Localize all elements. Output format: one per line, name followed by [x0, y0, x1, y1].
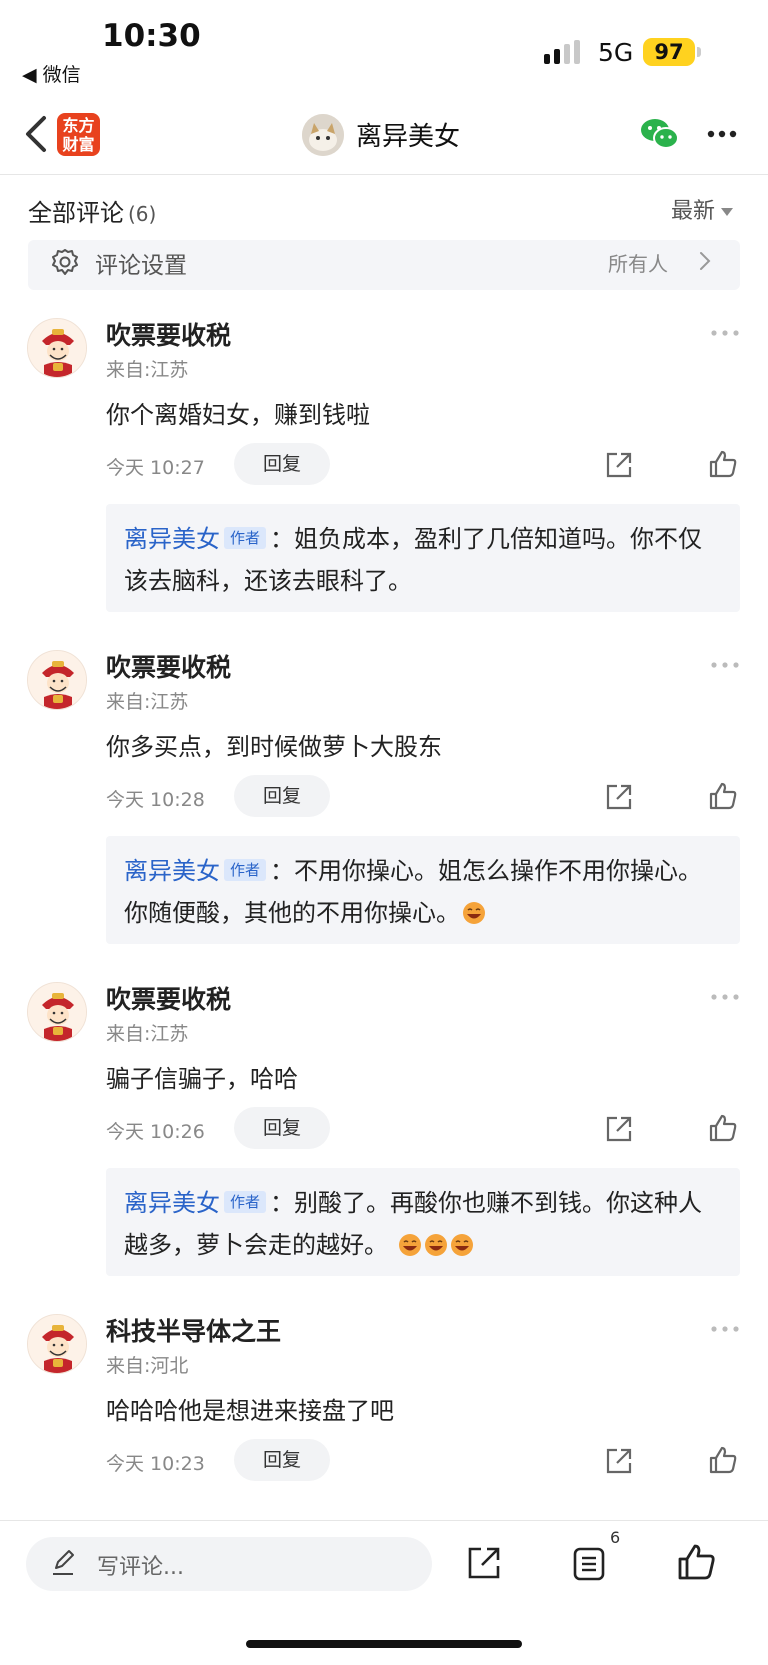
nav-divider — [0, 174, 768, 175]
comment-time: 今天 10:23 — [106, 1453, 205, 1475]
comment-time: 今天 10:27 — [106, 457, 205, 479]
reply-author-name[interactable]: 离异美女 — [124, 1189, 220, 1217]
wechat-icon[interactable] — [640, 117, 680, 151]
chevron-right-icon — [700, 252, 711, 270]
all-comments-heading: 全部评论 (6) — [28, 193, 156, 228]
like-icon[interactable] — [708, 449, 738, 479]
reply-button[interactable]: 回复 — [234, 443, 330, 485]
reply-button[interactable]: 回复 — [234, 775, 330, 817]
comment-more-icon[interactable] — [711, 1326, 739, 1332]
comment-time: 今天 10:28 — [106, 789, 205, 811]
share-icon[interactable] — [604, 782, 634, 812]
commenter-name[interactable]: 科技半导体之王 — [106, 1312, 281, 1348]
sort-label: 最新 — [671, 199, 716, 224]
comment-count-badge: 6 — [610, 1528, 621, 1547]
comment-time: 今天 10:26 — [106, 1121, 205, 1143]
reply-button[interactable]: 回复 — [234, 1107, 330, 1149]
author-tag: 作者 — [224, 1191, 267, 1213]
author-tag: 作者 — [224, 527, 267, 549]
comment-text: 你个离婚妇女，赚到钱啦 — [106, 401, 370, 429]
author-reply: 离异美女 作者 ：不用你操心。姐怎么操作不用你操心。你随便酸，其他的不用你操心。 — [106, 836, 740, 944]
comment-text: 骗子信骗子，哈哈 — [106, 1065, 298, 1093]
commenter-avatar[interactable] — [27, 1314, 87, 1374]
commenter-avatar[interactable] — [27, 318, 87, 378]
reply-author-name[interactable]: 离异美女 — [124, 525, 220, 553]
more-icon[interactable] — [707, 130, 737, 138]
commenter-name[interactable]: 吹票要收税 — [106, 316, 231, 352]
status-time: 10:30 — [102, 18, 201, 54]
bottom-divider — [0, 1520, 768, 1521]
commenter-location: 来自:河北 — [106, 1355, 189, 1377]
share-icon[interactable] — [604, 1446, 634, 1476]
grin-emoji-icon — [450, 1234, 473, 1256]
commenter-avatar[interactable] — [27, 650, 87, 710]
comment-more-icon[interactable] — [711, 662, 739, 668]
comments-icon[interactable] — [572, 1546, 606, 1582]
like-icon[interactable] — [708, 1113, 738, 1143]
share-icon[interactable] — [466, 1545, 502, 1581]
comments-count: (6) — [128, 202, 157, 226]
commenter-name[interactable]: 吹票要收税 — [106, 648, 231, 684]
share-icon[interactable] — [604, 450, 634, 480]
sort-dropdown[interactable]: 最新 — [671, 193, 734, 225]
app-logo-line2: 财富 — [62, 135, 95, 154]
grin-emoji-icon — [398, 1234, 421, 1256]
like-icon[interactable] — [708, 781, 738, 811]
battery-level: 97 — [643, 38, 695, 66]
grin-emoji-icon — [424, 1234, 447, 1256]
like-icon[interactable] — [708, 1445, 738, 1475]
comment-text: 哈哈哈他是想进来接盘了吧 — [106, 1397, 394, 1425]
caret-down-icon — [721, 208, 734, 216]
comment-text: 你多买点，到时候做萝卜大股东 — [106, 733, 442, 761]
back-to-app-link[interactable]: ◀ 微信 — [22, 60, 81, 87]
commenter-avatar[interactable] — [27, 982, 87, 1042]
all-comments-label: 全部评论 — [28, 199, 124, 227]
comment-more-icon[interactable] — [711, 994, 739, 1000]
battery-tip — [697, 47, 701, 57]
grin-emoji-icon — [463, 902, 485, 924]
home-indicator — [246, 1640, 522, 1648]
page-title: 离异美女 — [356, 122, 461, 152]
commenter-location: 来自:江苏 — [106, 691, 189, 713]
comment-settings-value: 所有人 — [608, 252, 668, 276]
gear-icon — [52, 249, 78, 275]
author-avatar[interactable] — [302, 114, 344, 156]
comment-input-placeholder: 写评论... — [97, 1555, 184, 1580]
comment-input[interactable] — [26, 1537, 432, 1591]
author-tag: 作者 — [224, 859, 267, 881]
author-reply: 离异美女 作者 ：别酸了。再酸你也赚不到钱。你这种人越多，萝卜会走的越好。 — [106, 1168, 740, 1276]
signal-icon — [544, 40, 580, 64]
network-type: 5G — [598, 38, 634, 67]
app-logo-line1: 东方 — [62, 116, 95, 135]
like-icon[interactable] — [676, 1542, 716, 1582]
comment-more-icon[interactable] — [711, 330, 739, 336]
chevron-left-icon[interactable] — [20, 112, 54, 156]
cat-avatar-image — [302, 114, 344, 156]
app-logo: 东方 财富 — [57, 113, 100, 156]
comment-settings-label: 评论设置 — [95, 253, 187, 279]
reply-author-name[interactable]: 离异美女 — [124, 857, 220, 885]
pencil-icon — [53, 1550, 74, 1575]
reply-button[interactable]: 回复 — [234, 1439, 330, 1481]
commenter-location: 来自:江苏 — [106, 359, 189, 381]
share-icon[interactable] — [604, 1114, 634, 1144]
commenter-location: 来自:江苏 — [106, 1023, 189, 1045]
author-reply: 离异美女 作者 ：姐负成本，盈利了几倍知道吗。你不仅该去脑科，还该去眼科了。 — [106, 504, 740, 612]
commenter-name[interactable]: 吹票要收税 — [106, 980, 231, 1016]
